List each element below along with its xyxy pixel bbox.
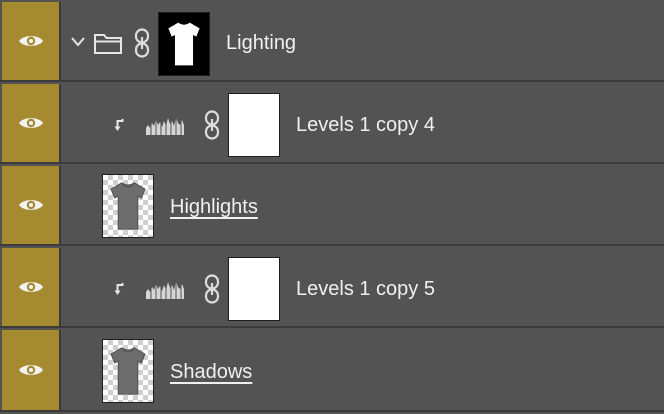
layer-name[interactable]: Levels 1 copy 4 xyxy=(296,113,435,137)
visibility-toggle[interactable] xyxy=(2,166,61,244)
layer-name[interactable]: Shadows xyxy=(170,360,252,384)
visibility-toggle[interactable] xyxy=(2,330,61,410)
histogram-icon[interactable] xyxy=(146,113,184,135)
layer-row-highlights[interactable]: Highlights xyxy=(0,166,664,246)
visibility-toggle[interactable] xyxy=(2,2,61,80)
layer-row-levels-copy-4[interactable]: Levels 1 copy 4 xyxy=(0,84,664,164)
mask-thumbnail[interactable] xyxy=(158,12,210,76)
mask-thumbnail[interactable] xyxy=(228,257,280,321)
visibility-toggle[interactable] xyxy=(2,84,61,162)
tshirt-icon xyxy=(110,181,146,231)
link-icon[interactable] xyxy=(134,28,150,58)
layer-name[interactable]: Lighting xyxy=(226,31,296,55)
eye-icon[interactable] xyxy=(18,115,44,131)
eye-icon[interactable] xyxy=(18,33,44,49)
tshirt-thumbnail[interactable] xyxy=(102,174,154,238)
mask-thumbnail[interactable] xyxy=(228,93,280,157)
chevron-down-icon[interactable] xyxy=(70,36,86,48)
clip-arrow-icon xyxy=(114,282,126,296)
eye-icon[interactable] xyxy=(18,197,44,213)
layer-row-lighting[interactable]: Lighting xyxy=(0,2,664,82)
folder-icon xyxy=(94,34,122,54)
layer-name[interactable]: Levels 1 copy 5 xyxy=(296,277,435,301)
eye-icon[interactable] xyxy=(18,362,44,378)
link-icon[interactable] xyxy=(204,110,220,140)
tshirt-thumbnail[interactable] xyxy=(102,339,154,403)
layer-row-shadows[interactable]: Shadows xyxy=(0,330,664,412)
layers-panel: Lighting Levels 1 copy 4 Highlights Leve… xyxy=(0,0,664,414)
tshirt-icon xyxy=(110,346,146,396)
histogram-icon[interactable] xyxy=(146,277,184,299)
tshirt-mask-icon xyxy=(168,22,200,66)
clip-arrow-icon xyxy=(114,118,126,132)
link-icon[interactable] xyxy=(204,274,220,304)
eye-icon[interactable] xyxy=(18,279,44,295)
layer-row-levels-copy-5[interactable]: Levels 1 copy 5 xyxy=(0,248,664,328)
visibility-toggle[interactable] xyxy=(2,248,61,326)
layer-name[interactable]: Highlights xyxy=(170,195,258,219)
